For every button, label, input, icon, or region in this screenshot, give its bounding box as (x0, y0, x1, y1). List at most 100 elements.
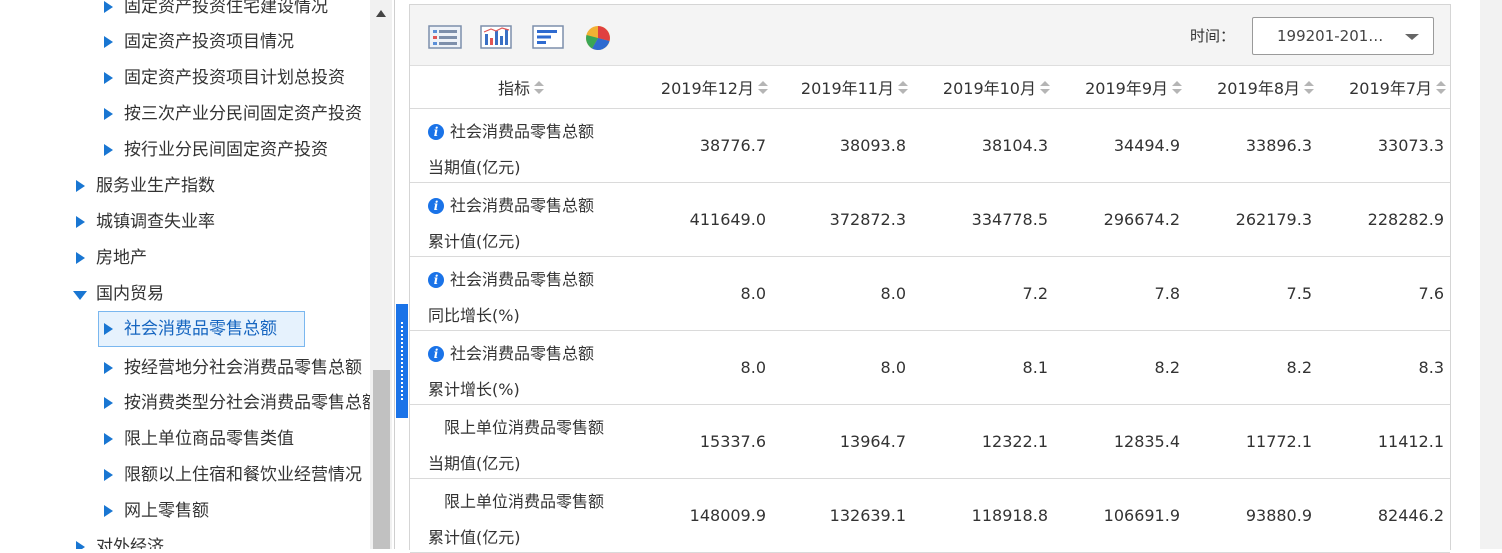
data-panel: 时间： 199201-201… 指标 2019年12月 2019年11月 201… (409, 4, 1451, 553)
indicator-cell: 限上单位消费品零售额 当期值(亿元) (410, 404, 632, 479)
view-toolbar: 时间： 199201-201… (410, 5, 1450, 66)
tree-item-label: 按三次产业分民间固定资产投资 (124, 104, 362, 124)
column-header-label: 2019年10月 (942, 79, 1036, 98)
bar-chart-icon[interactable] (480, 25, 512, 53)
info-icon[interactable]: i (428, 346, 444, 362)
caret-right-icon[interactable] (76, 216, 85, 228)
caret-down-icon[interactable] (73, 291, 87, 300)
sort-icon[interactable] (534, 81, 544, 95)
indicator-name-text: 社会消费品零售总额 (450, 270, 595, 289)
value-cell: 7.5 (1186, 256, 1318, 331)
tree-scrollbar[interactable] (370, 0, 392, 549)
caret-right-icon[interactable] (104, 469, 113, 481)
indicator-name-text: 社会消费品零售总额 (450, 344, 595, 363)
table-row: 限上单位消费品零售额 累计值(亿元) 148009.9 132639.1 118918.… (410, 478, 1450, 553)
indicator-name: 限上单位消费品零售额 (428, 488, 604, 512)
value-cell: 38104.3 (912, 108, 1054, 183)
horizontal-bar-chart-icon[interactable] (532, 25, 564, 53)
caret-right-icon[interactable] (76, 541, 85, 549)
indicator-column-header[interactable]: 指标 (410, 66, 632, 109)
caret-right-icon[interactable] (104, 397, 113, 409)
column-header-label: 2019年9月 (1085, 79, 1168, 98)
sort-icon[interactable] (758, 81, 768, 95)
column-header[interactable]: 2019年8月 (1186, 66, 1318, 109)
tree-item-label: 限上单位商品零售类值 (124, 429, 294, 449)
indicator-unit: 累计值(亿元) (428, 528, 521, 547)
caret-right-icon[interactable] (104, 72, 113, 84)
table-view-icon[interactable] (428, 25, 462, 53)
time-range-select[interactable]: 199201-201… (1252, 17, 1434, 55)
value-cell: 12835.4 (1054, 404, 1186, 479)
caret-right-icon[interactable] (104, 505, 113, 517)
indicator-cell: i 社会消费品零售总额 累计值(亿元) (410, 182, 632, 257)
indicator-cell: i 社会消费品零售总额 累计增长(%) (410, 330, 632, 405)
value-cell: 8.1 (912, 330, 1054, 405)
tree-item-label: 国内贸易 (96, 284, 164, 304)
value-cell: 38776.7 (632, 108, 772, 183)
value-cell: 228282.9 (1318, 182, 1450, 257)
panel-splitter-handle[interactable] (396, 304, 408, 418)
indicator-cell: 限上单位消费品零售额累计值(亿元) (410, 478, 632, 553)
caret-right-icon[interactable] (104, 1, 113, 13)
value-cell: 106691.9 (1054, 478, 1186, 553)
indicator-unit: 当期值(亿元) (428, 158, 521, 177)
column-header[interactable]: 2019年12月 (632, 66, 772, 109)
value-cell: 82446.2 (1318, 478, 1450, 553)
tree-item-label: 固定资产投资项目计划总投资 (124, 68, 345, 88)
tree-item-label: 服务业生产指数 (96, 176, 215, 196)
value-cell: 118918.8 (912, 478, 1054, 553)
value-cell: 15337.6 (632, 404, 772, 479)
caret-right-icon[interactable] (104, 36, 113, 48)
sort-icon[interactable] (1304, 81, 1314, 95)
scroll-up-arrow-icon[interactable] (376, 10, 386, 17)
caret-right-icon[interactable] (104, 433, 113, 445)
grip-dots-icon (401, 322, 405, 400)
sort-icon[interactable] (898, 81, 908, 95)
table-body: i 社会消费品零售总额 当期值(亿元) 38776.7 38093.8 38104.3 34… (410, 108, 1450, 553)
tree-item-label: 城镇调查失业率 (96, 212, 215, 232)
column-header[interactable]: 2019年7月 (1318, 66, 1450, 109)
column-header-label: 2019年12月 (660, 79, 754, 98)
column-header-label: 2019年7月 (1349, 79, 1432, 98)
table-row: i 社会消费品零售总额 累计值(亿元) 411649.0 372872.3 334778.… (410, 182, 1450, 257)
info-icon[interactable]: i (428, 124, 444, 140)
indicator-name: i 社会消费品零售总额 (428, 192, 594, 216)
caret-right-icon[interactable] (104, 323, 113, 335)
indicator-cell: i 社会消费品零售总额 同比增长(%) (410, 256, 632, 331)
sort-icon[interactable] (1436, 81, 1446, 95)
column-header-label: 2019年8月 (1217, 79, 1300, 98)
value-cell: 132639.1 (772, 478, 912, 553)
page-side-gutter (1480, 0, 1502, 549)
pie-chart-icon[interactable] (584, 24, 612, 56)
caret-right-icon[interactable] (104, 108, 113, 120)
tree-item-label: 按行业分民间固定资产投资 (124, 140, 328, 160)
value-cell: 33073.3 (1318, 108, 1450, 183)
tree-item-label: 房地产 (96, 248, 147, 268)
column-header[interactable]: 2019年11月 (772, 66, 912, 109)
info-icon[interactable]: i (428, 272, 444, 288)
caret-right-icon[interactable] (76, 180, 85, 192)
sort-icon[interactable] (1040, 81, 1050, 95)
column-header[interactable]: 2019年10月 (912, 66, 1054, 109)
chevron-down-icon (1405, 34, 1419, 40)
indicator-name: i 社会消费品零售总额 (428, 340, 594, 364)
value-cell: 11412.1 (1318, 404, 1450, 479)
value-cell: 8.0 (772, 256, 912, 331)
value-cell: 8.0 (632, 256, 772, 331)
caret-right-icon[interactable] (76, 252, 85, 264)
caret-right-icon[interactable] (104, 362, 113, 374)
value-cell: 334778.5 (912, 182, 1054, 257)
column-header[interactable]: 2019年9月 (1054, 66, 1186, 109)
indicator-unit: 当期值(亿元) (428, 454, 521, 473)
value-cell: 262179.3 (1186, 182, 1318, 257)
value-cell: 8.0 (632, 330, 772, 405)
scroll-thumb[interactable] (373, 370, 390, 549)
info-icon[interactable]: i (428, 198, 444, 214)
indicator-name-text: 社会消费品零售总额 (450, 196, 595, 215)
category-tree: 固定资产投资住宅建设情况 固定资产投资项目情况 固定资产投资项目计划总投资 按三次产业… (0, 0, 395, 549)
tree-item-label: 社会消费品零售总额 (124, 319, 277, 339)
sort-icon[interactable] (1172, 81, 1182, 95)
caret-right-icon[interactable] (104, 144, 113, 156)
time-label: 时间： (1190, 27, 1236, 45)
value-cell: 7.6 (1318, 256, 1450, 331)
